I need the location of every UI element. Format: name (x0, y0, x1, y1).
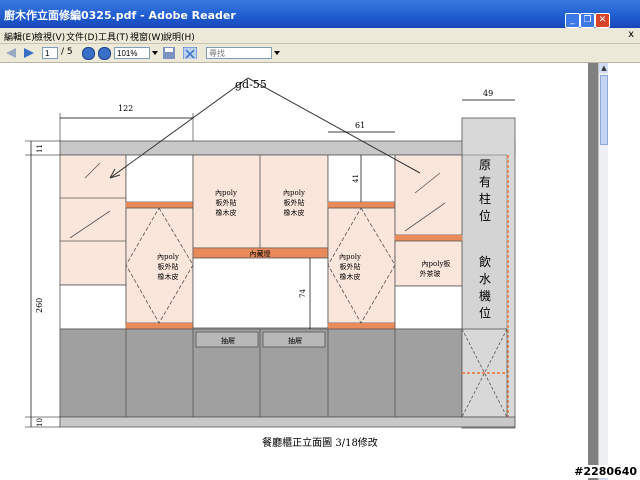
dim-side-bottom: 10 (36, 418, 44, 427)
dim-top-left: 122 (118, 104, 133, 113)
menu-view[interactable]: 檢視(V) (34, 30, 65, 43)
menu-close-doc-button[interactable]: x (628, 29, 634, 40)
page-number-input[interactable] (42, 47, 58, 59)
menu-window[interactable]: 視窗(W) (130, 30, 164, 43)
label-drawer-right: 抽屜 (288, 336, 302, 345)
document-area[interactable]: gd-55 122 61 49 11 260 10 41 74 內poly 板外… (0, 63, 598, 480)
menu-document[interactable]: 文件(D) (66, 30, 98, 43)
label-left-diamond-2: 板外貼 (158, 262, 179, 271)
label-water-1: 飲 (479, 254, 491, 269)
label-center-left-3: 橡木皮 (216, 208, 237, 217)
prev-page-icon[interactable] (4, 47, 18, 59)
label-drawer-left: 抽屜 (221, 336, 235, 345)
label-left-diamond-3: 橡木皮 (158, 272, 179, 281)
window-title: 廚木作立面修編0325.pdf - Adobe Reader (4, 9, 236, 22)
save-icon[interactable] (162, 47, 176, 59)
label-center-left-1: 內poly (215, 188, 237, 197)
zoom-level-input[interactable] (114, 47, 150, 59)
dim-height: 260 (35, 298, 44, 313)
dim-top-mid: 61 (355, 121, 365, 130)
label-water-3: 機 (479, 288, 491, 303)
window-titlebar: 廚木作立面修編0325.pdf - Adobe Reader _ ❐ ✕ (0, 0, 640, 28)
label-center-right-2: 板外貼 (284, 198, 305, 207)
label-center-right-3: 橡木皮 (284, 208, 305, 217)
right-margin (608, 63, 640, 480)
handwritten-note: gd-55 (235, 78, 267, 91)
watermark: #2280640 (573, 465, 638, 478)
label-right-diamond-3: 橡木皮 (340, 272, 361, 281)
label-right-diamond-1: 內poly (339, 252, 361, 261)
label-right-diamond-2: 板外貼 (340, 262, 361, 271)
toolbar: / 5 (0, 44, 640, 63)
label-pillar-3: 柱 (479, 191, 491, 206)
top-band (59, 140, 516, 156)
label-right-glass-1: 內poly板 (422, 259, 451, 268)
label-hidden-light: 內藏燈 (250, 249, 271, 258)
label-center-left-2: 板外貼 (216, 198, 237, 207)
elevation-drawing: gd-55 122 61 49 11 260 10 41 74 內poly 板外… (25, 77, 516, 449)
label-left-diamond-1: 內poly (157, 252, 179, 261)
next-page-icon[interactable] (22, 47, 36, 59)
menu-help[interactable]: 說明(H) (163, 30, 195, 43)
fit-page-icon[interactable] (183, 47, 197, 59)
pdf-page: gd-55 122 61 49 11 260 10 41 74 內poly 板外… (0, 63, 588, 480)
dim-inner-74: 74 (299, 289, 307, 298)
restore-button[interactable]: ❐ (580, 13, 595, 28)
label-pillar-1: 原 (479, 158, 491, 172)
dim-top-right: 49 (483, 89, 493, 98)
label-center-right-1: 內poly (283, 188, 305, 197)
scroll-thumb[interactable] (600, 75, 608, 145)
zoom-out-icon[interactable] (82, 47, 95, 60)
search-dropdown-icon[interactable] (273, 47, 281, 59)
label-water-4: 位 (479, 305, 491, 320)
label-pillar-2: 有 (479, 175, 491, 189)
menu-edit[interactable]: 編輯(E) (4, 30, 35, 43)
search-input[interactable] (206, 47, 272, 59)
minimize-button[interactable]: _ (565, 13, 580, 28)
zoom-dropdown-icon[interactable] (151, 47, 159, 59)
label-right-glass-2: 外茶玻 (420, 269, 441, 278)
menu-tools[interactable]: 工具(T) (98, 30, 129, 43)
dim-inner-41: 41 (352, 174, 360, 183)
label-pillar-4: 位 (479, 208, 491, 223)
zoom-in-icon[interactable] (98, 47, 111, 60)
drawing-caption: 餐廳櫃正立面圖 3/18修改 (262, 436, 378, 449)
lower-cabinets (59, 328, 463, 418)
page-total: / 5 (61, 47, 73, 57)
label-water-2: 水 (479, 272, 491, 286)
close-button[interactable]: ✕ (595, 13, 610, 28)
menu-bar: 編輯(E) 檢視(V) 文件(D) 工具(T) 視窗(W) 說明(H) x (0, 28, 640, 44)
dim-side-top: 11 (36, 144, 44, 153)
